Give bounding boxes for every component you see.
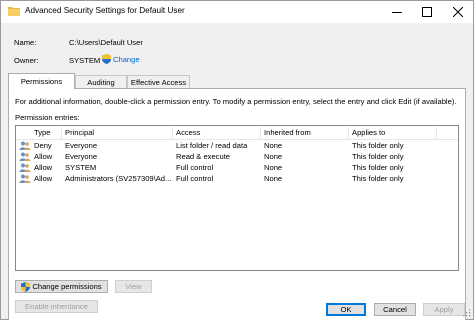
change-owner-link-text[interactable]: Change	[113, 55, 140, 64]
change-permissions-button[interactable]: Change permissions	[15, 280, 108, 293]
row-access: Full control	[176, 174, 214, 183]
tab-effective-access[interactable]: Effective Access	[127, 75, 190, 88]
close-icon	[453, 7, 463, 17]
column-header-applies-to[interactable]: Applies to	[348, 126, 385, 140]
column-header-inherited-from[interactable]: Inherited from	[260, 126, 311, 140]
owner-value: SYSTEM	[69, 56, 101, 65]
row-inherited-from: None	[264, 163, 283, 172]
folder-icon	[8, 7, 20, 16]
tab-auditing[interactable]: Auditing	[75, 75, 127, 88]
minimize-button[interactable]	[383, 1, 411, 23]
row-access: Full control	[176, 163, 214, 172]
dialog-body: Name: C:\Users\Default User Owner: SYSTE…	[1, 23, 473, 320]
table-row[interactable]: Allow Everyone Read & execute None This …	[16, 151, 458, 162]
minimize-icon	[392, 12, 402, 13]
shield-icon	[21, 281, 31, 292]
permissions-info-text: For additional information, double-click…	[15, 97, 457, 106]
title-bar[interactable]: Advanced Security Settings for Default U…	[1, 1, 473, 23]
change-owner-link[interactable]: Change	[102, 54, 140, 64]
tab-effective-access-label: Effective Access	[130, 77, 187, 87]
row-principal: Administrators (SV257309\Ad...	[65, 174, 172, 183]
ok-button[interactable]: OK	[326, 303, 366, 316]
column-header-type[interactable]: Type	[30, 126, 50, 140]
row-applies-to: This folder only	[352, 141, 404, 150]
column-header-principal[interactable]: Principal	[61, 126, 94, 140]
shield-icon	[102, 54, 111, 64]
row-type: Allow	[34, 163, 53, 172]
maximize-button[interactable]	[413, 1, 441, 23]
permission-entries-label: Permission entries:	[15, 113, 80, 122]
row-applies-to: This folder only	[352, 174, 404, 183]
cancel-button[interactable]: Cancel	[374, 303, 416, 316]
change-permissions-label: Change permissions	[32, 282, 102, 291]
list-header: Type Principal Access Inherited from App…	[16, 126, 458, 140]
resize-grip-icon[interactable]	[463, 309, 471, 317]
row-access: List folder / read data	[176, 141, 248, 150]
row-principal: Everyone	[65, 141, 98, 150]
view-button-label: View	[125, 282, 142, 291]
permission-entries-list[interactable]: Type Principal Access Inherited from App…	[15, 125, 459, 271]
row-inherited-from: None	[264, 152, 283, 161]
enable-inheritance-label: Enable inheritance	[25, 302, 88, 311]
row-access: Read & execute	[176, 152, 231, 161]
view-button[interactable]: View	[115, 280, 152, 293]
column-header-access[interactable]: Access	[172, 126, 200, 140]
apply-button[interactable]: Apply	[423, 303, 465, 316]
permissions-panel: For additional information, double-click…	[8, 88, 466, 320]
row-type: Allow	[34, 152, 53, 161]
cancel-button-label: Cancel	[383, 305, 407, 314]
enable-inheritance-button[interactable]: Enable inheritance	[15, 300, 98, 313]
name-label: Name:	[14, 38, 37, 47]
row-type: Deny	[34, 141, 52, 150]
row-principal: SYSTEM	[65, 163, 97, 172]
row-inherited-from: None	[264, 174, 283, 183]
table-row[interactable]: Deny Everyone List folder / read data No…	[16, 140, 458, 151]
row-inherited-from: None	[264, 141, 283, 150]
tab-auditing-label: Auditing	[87, 77, 115, 87]
row-type: Allow	[34, 174, 53, 183]
dialog-window: Advanced Security Settings for Default U…	[0, 0, 474, 320]
table-row[interactable]: Allow SYSTEM Full control None This fold…	[16, 162, 458, 173]
name-value: C:\Users\Default User	[69, 38, 143, 47]
window-title: Advanced Security Settings for Default U…	[25, 6, 185, 15]
row-applies-to: This folder only	[352, 152, 404, 161]
close-button[interactable]	[444, 1, 472, 23]
table-row[interactable]: Allow Administrators (SV257309\Ad... Ful…	[16, 173, 458, 184]
apply-button-label: Apply	[434, 305, 454, 314]
ok-button-label: OK	[340, 305, 352, 314]
maximize-icon	[422, 7, 432, 17]
row-applies-to: This folder only	[352, 163, 404, 172]
owner-label: Owner:	[14, 56, 39, 65]
tab-permissions-label: Permissions	[20, 77, 63, 86]
row-principal: Everyone	[65, 152, 98, 161]
tab-permissions[interactable]: Permissions	[8, 73, 75, 89]
